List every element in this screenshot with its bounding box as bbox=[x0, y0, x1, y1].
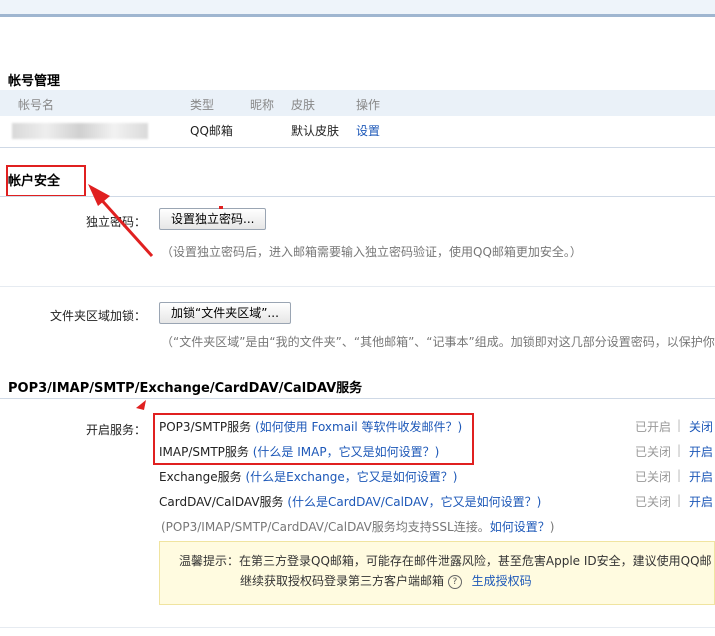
annotation-arrowhead-small bbox=[136, 400, 146, 410]
annotation-arrow bbox=[88, 184, 154, 410]
annotation-arrow-line bbox=[96, 194, 154, 258]
annotation-arrow-head bbox=[88, 184, 110, 206]
annotation-mark bbox=[219, 206, 223, 209]
